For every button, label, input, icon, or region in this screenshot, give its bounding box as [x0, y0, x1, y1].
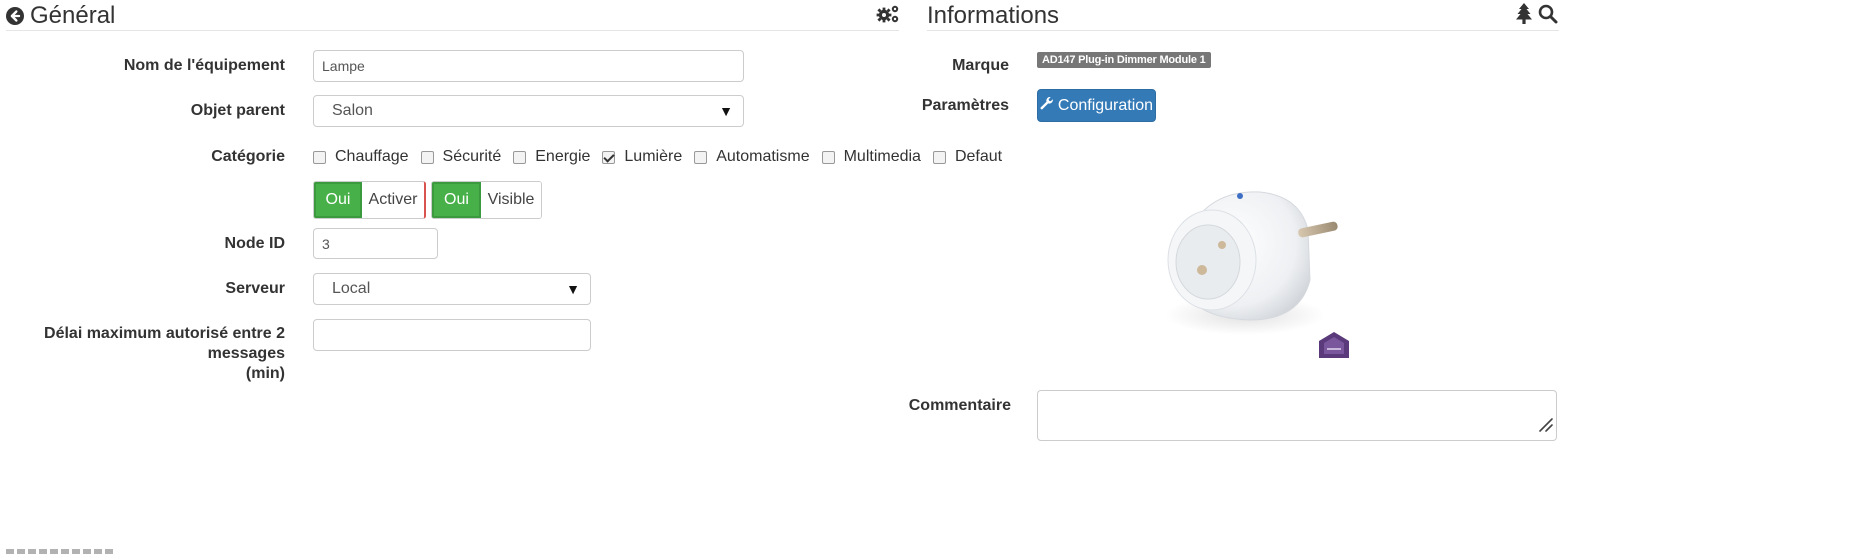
- wrench-icon: [1040, 96, 1054, 115]
- commands-header-partial: [6, 544, 116, 554]
- server-select[interactable]: Local ▼: [313, 273, 591, 305]
- category-multimedia[interactable]: Multimedia: [821, 148, 921, 166]
- equipment-name-label: Nom de l'équipement: [123, 57, 285, 74]
- category-label: Catégorie: [211, 148, 285, 165]
- category-chauffage[interactable]: Chauffage: [313, 148, 409, 166]
- category-checkboxes: Chauffage Sécurité Energie Lumière Autom…: [313, 146, 1014, 168]
- parent-object-select[interactable]: Salon ▼: [313, 95, 744, 127]
- parent-object-label: Objet parent: [190, 102, 285, 119]
- configuration-button-label: Configuration: [1057, 96, 1154, 114]
- equipment-name-value: Lampe: [322, 58, 365, 74]
- activate-toggle-label[interactable]: Activer: [362, 182, 424, 218]
- parent-object-value: Salon: [332, 102, 373, 119]
- checkbox[interactable]: [513, 150, 527, 164]
- visible-toggle-label[interactable]: Visible: [481, 182, 541, 218]
- tree-icon[interactable]: [1515, 3, 1533, 30]
- info-header: Informations: [927, 4, 1059, 28]
- brand-logo-icon: [1317, 331, 1351, 366]
- category-lumiere[interactable]: Lumière: [602, 148, 682, 166]
- search-icon[interactable]: [1538, 4, 1558, 29]
- category-securite[interactable]: Sécurité: [420, 148, 501, 166]
- comment-label: Commentaire: [908, 397, 1011, 414]
- caret-down-icon: ▼: [566, 281, 580, 297]
- delay-input[interactable]: [313, 319, 591, 351]
- resize-handle-icon[interactable]: [1536, 415, 1554, 438]
- delay-label-line1: Délai maximum autorisé entre 2 messages: [44, 325, 285, 362]
- brand-label: Marque: [952, 57, 1009, 74]
- checkbox[interactable]: [932, 150, 946, 164]
- server-value: Local: [332, 280, 371, 297]
- activate-toggle[interactable]: Oui Activer: [313, 181, 426, 219]
- activate-toggle-on[interactable]: Oui: [314, 182, 362, 218]
- visible-toggle-on[interactable]: Oui: [432, 182, 481, 218]
- node-id-value: 3: [322, 235, 330, 252]
- checkbox[interactable]: [694, 150, 708, 164]
- cogs-icon[interactable]: [876, 4, 900, 29]
- general-header: Général: [6, 4, 115, 28]
- info-divider: [927, 30, 1559, 31]
- params-label: Paramètres: [921, 97, 1009, 114]
- delay-label: Délai maximum autorisé entre 2 messages …: [0, 324, 285, 384]
- delay-label-line2: (min): [245, 365, 285, 382]
- category-automatisme[interactable]: Automatisme: [694, 148, 810, 166]
- circle-arrow-left-icon[interactable]: [6, 7, 24, 25]
- configuration-button[interactable]: Configuration: [1037, 89, 1156, 122]
- general-divider: [6, 30, 899, 31]
- info-title: Informations: [927, 2, 1060, 29]
- checkbox[interactable]: [420, 150, 434, 164]
- node-id-input[interactable]: 3: [313, 228, 438, 259]
- server-label: Serveur: [225, 280, 285, 297]
- visible-toggle[interactable]: Oui Visible: [431, 181, 542, 219]
- general-title: Général: [30, 2, 116, 29]
- checkbox[interactable]: [313, 150, 326, 164]
- brand-badge: AD147 Plug-in Dimmer Module 1: [1037, 52, 1211, 68]
- node-id-label: Node ID: [224, 235, 285, 252]
- comment-textarea[interactable]: [1037, 390, 1557, 441]
- equipment-name-input[interactable]: Lampe: [313, 50, 744, 82]
- checkbox-checked[interactable]: [602, 150, 616, 164]
- checkbox[interactable]: [821, 150, 835, 164]
- category-defaut[interactable]: Defaut: [932, 148, 1002, 166]
- category-energie[interactable]: Energie: [513, 148, 590, 166]
- caret-down-icon: ▼: [719, 103, 733, 119]
